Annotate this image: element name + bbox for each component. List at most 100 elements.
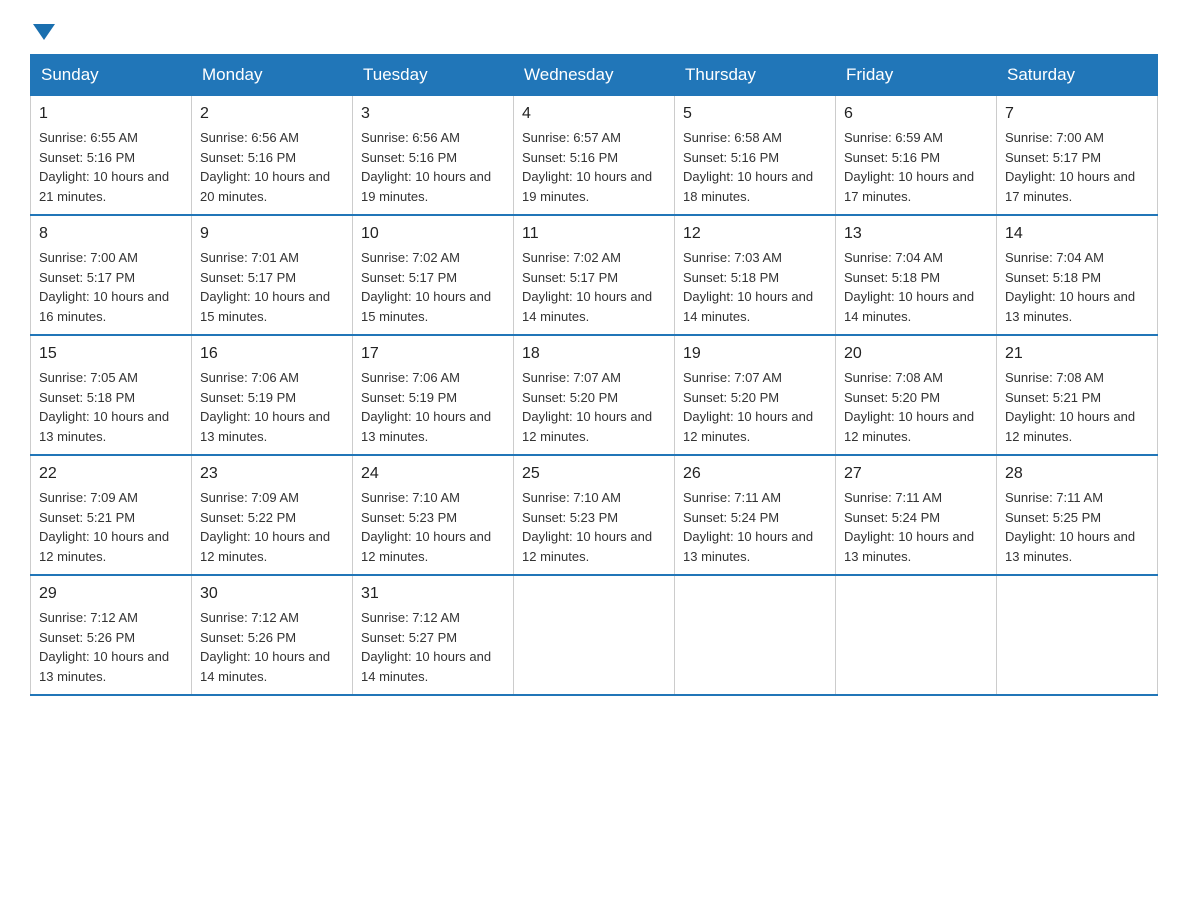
calendar-cell (997, 575, 1158, 695)
day-info: Sunrise: 6:57 AMSunset: 5:16 PMDaylight:… (522, 130, 652, 204)
day-info: Sunrise: 7:06 AMSunset: 5:19 PMDaylight:… (361, 370, 491, 444)
day-number: 23 (200, 462, 344, 486)
day-number: 27 (844, 462, 988, 486)
calendar-week-row: 8 Sunrise: 7:00 AMSunset: 5:17 PMDayligh… (31, 215, 1158, 335)
day-number: 5 (683, 102, 827, 126)
calendar-cell: 11 Sunrise: 7:02 AMSunset: 5:17 PMDaylig… (514, 215, 675, 335)
calendar-header-monday: Monday (192, 55, 353, 96)
day-info: Sunrise: 7:00 AMSunset: 5:17 PMDaylight:… (1005, 130, 1135, 204)
calendar-cell: 2 Sunrise: 6:56 AMSunset: 5:16 PMDayligh… (192, 96, 353, 216)
day-info: Sunrise: 7:07 AMSunset: 5:20 PMDaylight:… (683, 370, 813, 444)
calendar-header-tuesday: Tuesday (353, 55, 514, 96)
calendar-cell: 9 Sunrise: 7:01 AMSunset: 5:17 PMDayligh… (192, 215, 353, 335)
calendar-cell: 14 Sunrise: 7:04 AMSunset: 5:18 PMDaylig… (997, 215, 1158, 335)
day-number: 18 (522, 342, 666, 366)
day-info: Sunrise: 7:07 AMSunset: 5:20 PMDaylight:… (522, 370, 652, 444)
day-info: Sunrise: 6:59 AMSunset: 5:16 PMDaylight:… (844, 130, 974, 204)
day-info: Sunrise: 6:55 AMSunset: 5:16 PMDaylight:… (39, 130, 169, 204)
page-header (30, 20, 1158, 44)
day-number: 30 (200, 582, 344, 606)
calendar-cell: 29 Sunrise: 7:12 AMSunset: 5:26 PMDaylig… (31, 575, 192, 695)
calendar-header-row: SundayMondayTuesdayWednesdayThursdayFrid… (31, 55, 1158, 96)
calendar-cell: 4 Sunrise: 6:57 AMSunset: 5:16 PMDayligh… (514, 96, 675, 216)
day-info: Sunrise: 7:11 AMSunset: 5:25 PMDaylight:… (1005, 490, 1135, 564)
day-info: Sunrise: 7:11 AMSunset: 5:24 PMDaylight:… (683, 490, 813, 564)
day-info: Sunrise: 6:58 AMSunset: 5:16 PMDaylight:… (683, 130, 813, 204)
day-number: 6 (844, 102, 988, 126)
day-number: 26 (683, 462, 827, 486)
calendar-cell: 3 Sunrise: 6:56 AMSunset: 5:16 PMDayligh… (353, 96, 514, 216)
day-number: 13 (844, 222, 988, 246)
calendar-cell: 23 Sunrise: 7:09 AMSunset: 5:22 PMDaylig… (192, 455, 353, 575)
day-info: Sunrise: 7:12 AMSunset: 5:26 PMDaylight:… (200, 610, 330, 684)
calendar-cell: 19 Sunrise: 7:07 AMSunset: 5:20 PMDaylig… (675, 335, 836, 455)
day-number: 1 (39, 102, 183, 126)
calendar-header-saturday: Saturday (997, 55, 1158, 96)
day-info: Sunrise: 7:08 AMSunset: 5:20 PMDaylight:… (844, 370, 974, 444)
day-info: Sunrise: 7:10 AMSunset: 5:23 PMDaylight:… (361, 490, 491, 564)
day-info: Sunrise: 7:05 AMSunset: 5:18 PMDaylight:… (39, 370, 169, 444)
day-number: 29 (39, 582, 183, 606)
day-info: Sunrise: 7:00 AMSunset: 5:17 PMDaylight:… (39, 250, 169, 324)
calendar-cell: 13 Sunrise: 7:04 AMSunset: 5:18 PMDaylig… (836, 215, 997, 335)
day-number: 19 (683, 342, 827, 366)
calendar-cell (675, 575, 836, 695)
logo (30, 20, 55, 44)
calendar-header-wednesday: Wednesday (514, 55, 675, 96)
day-info: Sunrise: 7:04 AMSunset: 5:18 PMDaylight:… (844, 250, 974, 324)
calendar-cell: 30 Sunrise: 7:12 AMSunset: 5:26 PMDaylig… (192, 575, 353, 695)
calendar-cell: 10 Sunrise: 7:02 AMSunset: 5:17 PMDaylig… (353, 215, 514, 335)
day-number: 17 (361, 342, 505, 366)
calendar-cell: 22 Sunrise: 7:09 AMSunset: 5:21 PMDaylig… (31, 455, 192, 575)
day-number: 8 (39, 222, 183, 246)
day-number: 12 (683, 222, 827, 246)
calendar-week-row: 15 Sunrise: 7:05 AMSunset: 5:18 PMDaylig… (31, 335, 1158, 455)
day-info: Sunrise: 6:56 AMSunset: 5:16 PMDaylight:… (200, 130, 330, 204)
calendar-cell (836, 575, 997, 695)
day-number: 9 (200, 222, 344, 246)
calendar-cell: 5 Sunrise: 6:58 AMSunset: 5:16 PMDayligh… (675, 96, 836, 216)
day-info: Sunrise: 7:09 AMSunset: 5:21 PMDaylight:… (39, 490, 169, 564)
calendar-cell: 18 Sunrise: 7:07 AMSunset: 5:20 PMDaylig… (514, 335, 675, 455)
calendar-cell: 26 Sunrise: 7:11 AMSunset: 5:24 PMDaylig… (675, 455, 836, 575)
calendar-week-row: 1 Sunrise: 6:55 AMSunset: 5:16 PMDayligh… (31, 96, 1158, 216)
calendar-cell: 6 Sunrise: 6:59 AMSunset: 5:16 PMDayligh… (836, 96, 997, 216)
day-info: Sunrise: 7:01 AMSunset: 5:17 PMDaylight:… (200, 250, 330, 324)
day-number: 28 (1005, 462, 1149, 486)
day-info: Sunrise: 6:56 AMSunset: 5:16 PMDaylight:… (361, 130, 491, 204)
day-info: Sunrise: 7:02 AMSunset: 5:17 PMDaylight:… (361, 250, 491, 324)
calendar-cell: 16 Sunrise: 7:06 AMSunset: 5:19 PMDaylig… (192, 335, 353, 455)
day-info: Sunrise: 7:09 AMSunset: 5:22 PMDaylight:… (200, 490, 330, 564)
calendar-header-thursday: Thursday (675, 55, 836, 96)
day-info: Sunrise: 7:12 AMSunset: 5:26 PMDaylight:… (39, 610, 169, 684)
calendar-cell: 25 Sunrise: 7:10 AMSunset: 5:23 PMDaylig… (514, 455, 675, 575)
day-info: Sunrise: 7:04 AMSunset: 5:18 PMDaylight:… (1005, 250, 1135, 324)
day-number: 25 (522, 462, 666, 486)
calendar-cell: 1 Sunrise: 6:55 AMSunset: 5:16 PMDayligh… (31, 96, 192, 216)
calendar-cell: 20 Sunrise: 7:08 AMSunset: 5:20 PMDaylig… (836, 335, 997, 455)
day-number: 20 (844, 342, 988, 366)
day-number: 15 (39, 342, 183, 366)
calendar-cell: 27 Sunrise: 7:11 AMSunset: 5:24 PMDaylig… (836, 455, 997, 575)
logo-arrow-icon (33, 22, 55, 44)
day-number: 3 (361, 102, 505, 126)
calendar-header-friday: Friday (836, 55, 997, 96)
day-number: 11 (522, 222, 666, 246)
calendar-cell: 7 Sunrise: 7:00 AMSunset: 5:17 PMDayligh… (997, 96, 1158, 216)
day-info: Sunrise: 7:03 AMSunset: 5:18 PMDaylight:… (683, 250, 813, 324)
calendar-cell: 15 Sunrise: 7:05 AMSunset: 5:18 PMDaylig… (31, 335, 192, 455)
calendar-cell: 31 Sunrise: 7:12 AMSunset: 5:27 PMDaylig… (353, 575, 514, 695)
day-number: 4 (522, 102, 666, 126)
day-number: 31 (361, 582, 505, 606)
day-info: Sunrise: 7:10 AMSunset: 5:23 PMDaylight:… (522, 490, 652, 564)
day-number: 21 (1005, 342, 1149, 366)
day-number: 2 (200, 102, 344, 126)
calendar-week-row: 29 Sunrise: 7:12 AMSunset: 5:26 PMDaylig… (31, 575, 1158, 695)
calendar-cell: 21 Sunrise: 7:08 AMSunset: 5:21 PMDaylig… (997, 335, 1158, 455)
calendar-cell: 12 Sunrise: 7:03 AMSunset: 5:18 PMDaylig… (675, 215, 836, 335)
calendar-week-row: 22 Sunrise: 7:09 AMSunset: 5:21 PMDaylig… (31, 455, 1158, 575)
calendar-cell: 28 Sunrise: 7:11 AMSunset: 5:25 PMDaylig… (997, 455, 1158, 575)
day-info: Sunrise: 7:11 AMSunset: 5:24 PMDaylight:… (844, 490, 974, 564)
day-number: 10 (361, 222, 505, 246)
calendar-header-sunday: Sunday (31, 55, 192, 96)
